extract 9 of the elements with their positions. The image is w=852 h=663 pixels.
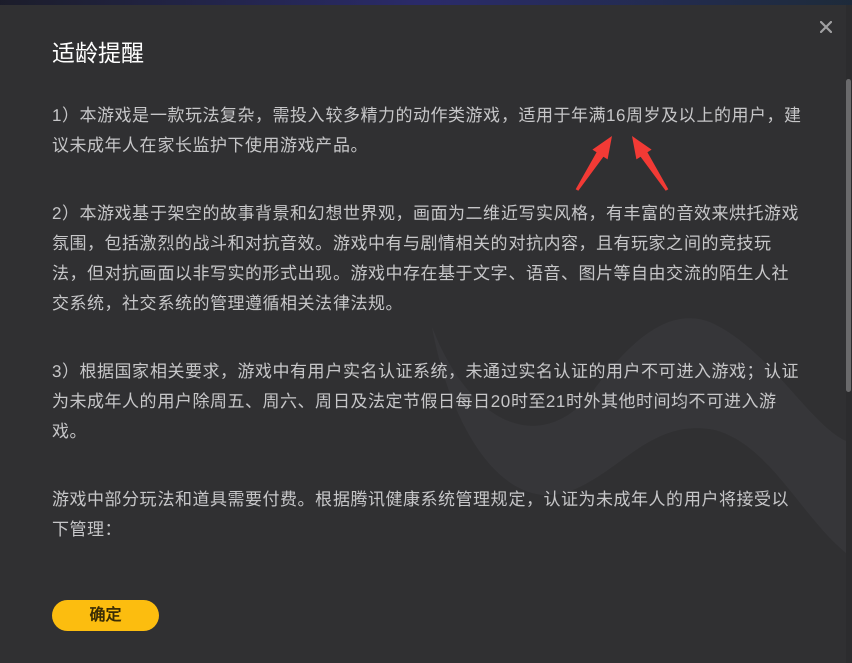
scrollbar[interactable]	[846, 79, 851, 392]
dialog-title: 适龄提醒	[52, 39, 144, 68]
close-icon	[820, 21, 832, 33]
notice-paragraph: 游戏中部分玩法和道具需要付费。根据腾讯健康系统管理规定，认证为未成年人的用户将接受以下管理：	[52, 489, 790, 541]
confirm-button[interactable]: 确定	[52, 600, 159, 631]
notice-paragraph: 3）根据国家相关要求，游戏中有用户实名认证系统，未通过实名认证的用户不可进入游戏；认证为未成年人的用户除周五、周六、周日及法定节假日每日20时至21时外其他时间均不可进入游戏。	[52, 361, 800, 443]
close-button[interactable]	[818, 19, 834, 35]
notice-paragraph: 1）本游戏是一款玩法复杂，需投入较多精力的动作类游戏，适用于年满16周岁及以上的用户，建议未成年人在家长监护下使用游戏产品。	[52, 105, 803, 157]
notice-paragraph: 2）本游戏基于架空的故事背景和幻想世界观，画面为二维近写实风格，有丰富的音效来烘托游戏氛围，包括激烈的战斗和对抗音效。游戏中有与剧情相关的对抗内容，且有玩家之间的竞技玩法，但对抗画面以非写实的形式出现。游戏中存在基于文字、语音、图片等自由交流的陌生人社交系统，社交系统的管理遵循相关法律法规。	[52, 203, 800, 315]
